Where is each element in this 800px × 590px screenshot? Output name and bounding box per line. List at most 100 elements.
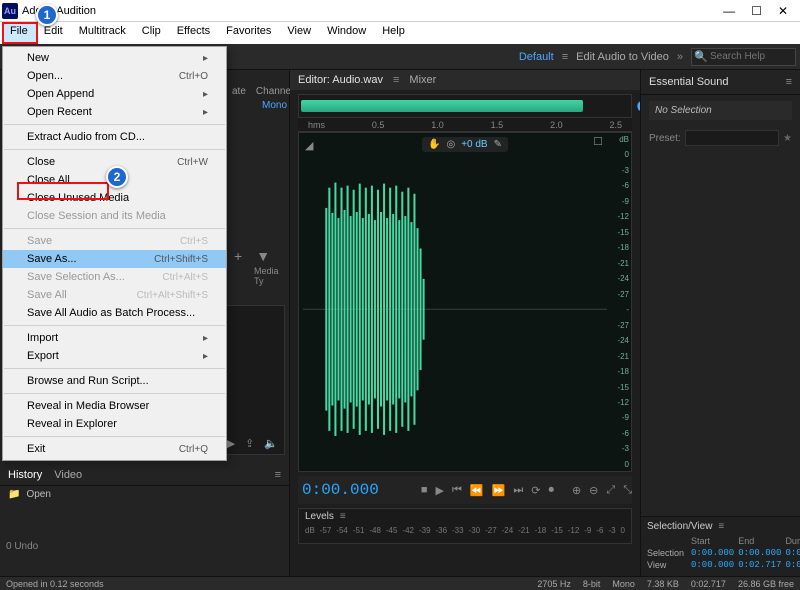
ruler-unit: hms [308, 120, 325, 130]
channels-value: Mono [262, 100, 287, 111]
menu-open-recent[interactable]: Open Recent▸ [3, 103, 226, 121]
status-filesize: 7.38 KB [647, 579, 679, 589]
transport-prev-icon[interactable]: ⏮ [452, 484, 462, 497]
menu-multitrack[interactable]: Multitrack [71, 22, 134, 44]
panel-menu-icon[interactable]: ≡ [275, 469, 281, 481]
ruler-tick: 0.5 [372, 120, 385, 130]
menu-lines-icon[interactable]: ≡ [562, 51, 568, 63]
menu-new[interactable]: New▸ [3, 49, 226, 67]
selview-selection-label: Selection [647, 548, 687, 558]
selview-view-dur[interactable]: 0:02.717 [785, 560, 800, 570]
transport-ffw-icon[interactable]: ⏩ [492, 484, 506, 497]
timecode-display[interactable]: 0:00.000 [298, 481, 379, 499]
ruler-tick: 2.5 [609, 120, 622, 130]
undo-count: 0 Undo [6, 541, 38, 552]
history-row-open[interactable]: 📁 Open [0, 486, 289, 503]
workspace-edit-audio-video[interactable]: Edit Audio to Video [576, 51, 669, 63]
waveform-display[interactable]: ☐ ◢ ✋ ◎ +0 dB ✎ dB 0-3-6-9-12-15-18-21-2… [298, 132, 632, 472]
menu-extract-cd[interactable]: Extract Audio from CD... [3, 128, 226, 146]
preset-dropdown[interactable] [685, 130, 779, 146]
editor-column: Editor: Audio.wav ≡ Mixer ⬤ ⚙ hms 0.5 1.… [290, 70, 640, 576]
transport-loop-icon[interactable]: ⟳ [531, 484, 540, 497]
status-bar: Opened in 0.12 seconds 2705 Hz 8-bit Mon… [0, 576, 800, 590]
menu-open-append[interactable]: Open Append▸ [3, 85, 226, 103]
selview-view-start[interactable]: 0:00.000 [691, 560, 734, 570]
menu-file[interactable]: File [2, 22, 36, 44]
folder-icon: 📁 [8, 489, 20, 500]
menu-save-selection-as: Save Selection As...Ctrl+Alt+S [3, 268, 226, 286]
zoom-in-icon[interactable]: ⊕ [572, 484, 581, 497]
zoom-full-icon[interactable]: ⤢ [606, 484, 615, 497]
workspace-default[interactable]: Default [519, 51, 554, 63]
transport-next-icon[interactable]: ⏭ [513, 484, 523, 497]
menu-close-unused[interactable]: Close Unused Media [3, 189, 226, 207]
transport-bar: 0:00.000 ■ ▶ ⏮ ⏪ ⏩ ⏭ ⟳ ⏺ ⊕ ⊖ ⤢ ⤡ [298, 476, 632, 504]
status-channels: Mono [612, 579, 635, 589]
transport-stop-icon[interactable]: ■ [421, 484, 428, 497]
menu-save: SaveCtrl+S [3, 232, 226, 250]
transport-rew-icon[interactable]: ⏪ [470, 484, 484, 497]
transport-play-icon[interactable]: ▶ [436, 484, 444, 497]
menu-import[interactable]: Import▸ [3, 329, 226, 347]
tab-editor[interactable]: Editor: Audio.wav [298, 74, 383, 86]
no-selection-label: No Selection [649, 101, 792, 120]
menu-help[interactable]: Help [374, 22, 413, 44]
video-export-icon[interactable]: ⇪ [245, 437, 254, 450]
zoom-out-icon[interactable]: ⊖ [589, 484, 598, 497]
levels-scale: dB-57-54-51-48-45-42-39-36-33-30-27-24-2… [299, 524, 631, 537]
add-icon[interactable]: + [234, 248, 242, 264]
selview-hdr-end: End [738, 536, 781, 546]
tab-history[interactable]: History [8, 469, 42, 481]
tab-mixer[interactable]: Mixer [409, 74, 436, 86]
selview-sel-end[interactable]: 0:00.000 [738, 548, 781, 558]
menu-open[interactable]: Open...Ctrl+O [3, 67, 226, 85]
video-play-icon[interactable]: ▶ [227, 437, 235, 450]
filter-icon[interactable]: ▼ [256, 248, 270, 264]
menu-view[interactable]: View [279, 22, 319, 44]
preset-label: Preset: [649, 133, 681, 144]
menu-edit[interactable]: Edit [36, 22, 71, 44]
selection-view-menu-icon[interactable]: ≡ [718, 521, 724, 532]
preset-star-icon[interactable]: ★ [783, 133, 792, 144]
menu-effects[interactable]: Effects [169, 22, 218, 44]
status-diskfree: 26.86 GB free [738, 579, 794, 589]
overview-strip[interactable]: ⬤ ⚙ [298, 94, 632, 118]
transport-rec-icon[interactable]: ⏺ [548, 484, 554, 497]
menubar: File Edit Multitrack Clip Effects Favori… [0, 22, 800, 44]
window-titlebar: Au Adobe Audition — ☐ ✕ [0, 0, 800, 22]
menu-exit[interactable]: ExitCtrl+Q [3, 440, 226, 458]
status-samplerate: 2705 Hz [537, 579, 571, 589]
chevrons-icon[interactable]: » [677, 51, 683, 63]
selview-sel-start[interactable]: 0:00.000 [691, 548, 734, 558]
ruler-tick: 2.0 [550, 120, 563, 130]
selview-sel-dur[interactable]: 0:00.000 [785, 548, 800, 558]
tab-video[interactable]: Video [54, 469, 82, 481]
close-button[interactable]: ✕ [778, 4, 788, 18]
menu-favorites[interactable]: Favorites [218, 22, 279, 44]
essential-sound-menu-icon[interactable]: ≡ [786, 76, 792, 88]
menu-close-session: Close Session and its Media [3, 207, 226, 225]
maximize-button[interactable]: ☐ [751, 4, 762, 18]
menu-window[interactable]: Window [319, 22, 374, 44]
menu-clip[interactable]: Clip [134, 22, 169, 44]
zoom-sel-icon[interactable]: ⤡ [623, 484, 632, 497]
col-samplerate-label: ate [232, 86, 246, 97]
levels-menu-icon[interactable]: ≡ [340, 511, 346, 522]
menu-browse-run-script[interactable]: Browse and Run Script... [3, 372, 226, 390]
menu-export[interactable]: Export▸ [3, 347, 226, 365]
status-bitdepth: 8-bit [583, 579, 601, 589]
essential-sound-title: Essential Sound [649, 76, 729, 88]
editor-tab-menu-icon[interactable]: ≡ [393, 74, 399, 86]
status-left: Opened in 0.12 seconds [6, 579, 104, 589]
selview-view-end[interactable]: 0:02.717 [738, 560, 781, 570]
video-speaker-icon[interactable]: 🔈 [264, 437, 278, 450]
levels-panel: Levels ≡ dB-57-54-51-48-45-42-39-36-33-3… [298, 508, 632, 544]
menu-save-batch[interactable]: Save All Audio as Batch Process... [3, 304, 226, 322]
selview-view-label: View [647, 560, 687, 570]
menu-save-as[interactable]: Save As...Ctrl+Shift+S [3, 250, 226, 268]
menu-reveal-explorer[interactable]: Reveal in Explorer [3, 415, 226, 433]
menu-reveal-media-browser[interactable]: Reveal in Media Browser [3, 397, 226, 415]
minimize-button[interactable]: — [723, 4, 735, 18]
overview-waveform [301, 100, 583, 112]
time-ruler[interactable]: hms 0.5 1.0 1.5 2.0 2.5 [298, 118, 632, 132]
